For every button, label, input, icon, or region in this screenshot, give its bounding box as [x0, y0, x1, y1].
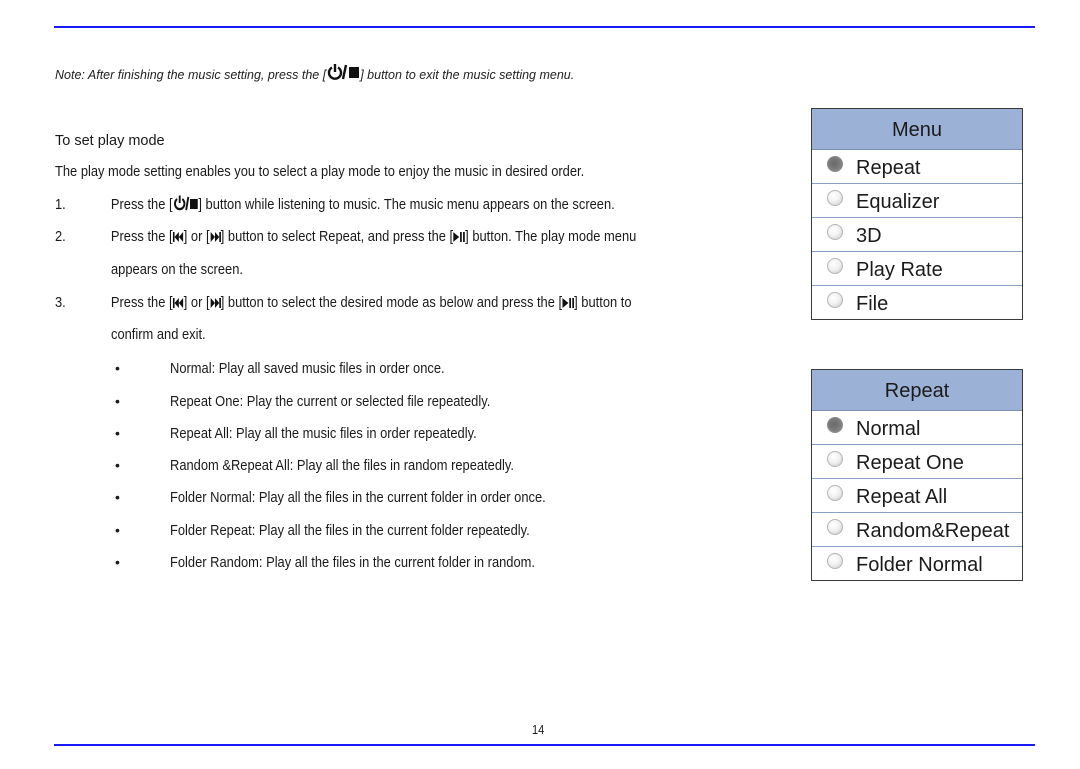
mode-description: Repeat One: Play the current or selected… — [170, 393, 490, 410]
step-keyword: Repeat — [318, 228, 361, 245]
step-3-continuation: confirm and exit. — [111, 326, 206, 343]
menu-item-label: Folder Normal — [856, 554, 983, 576]
note-label: Note: — [55, 68, 85, 82]
step-text: ] button. The play mode menu — [465, 228, 637, 245]
mode-name: Normal — [170, 360, 212, 377]
menu-item[interactable]: Folder Normal — [812, 547, 1022, 580]
radio-unselected-icon[interactable] — [827, 292, 843, 308]
next-track-icon — [210, 230, 221, 247]
mode-description: Normal: Play all saved music files in or… — [170, 360, 445, 377]
mode-description: Folder Normal: Play all the files in the… — [170, 489, 546, 506]
play-pause-icon — [453, 230, 465, 247]
section-heading: To set play mode — [55, 133, 165, 149]
step-2: 2. Press the [ ] or [ ] button to select Re… — [55, 228, 636, 247]
step-number: 3. — [55, 294, 66, 311]
note-text-before: After finishing the music setting, press… — [84, 68, 327, 82]
mode-description: Folder Random: Play all the files in the… — [170, 554, 535, 571]
bullet-icon: • — [115, 522, 120, 538]
menu-item[interactable]: 3D — [812, 218, 1022, 252]
step-text: , and press the [ — [360, 228, 454, 245]
repeat-menu-screen: Repeat Normal Repeat One Repeat All Random&… — [811, 369, 1023, 581]
play-pause-icon — [562, 296, 574, 313]
menu-title: Repeat — [812, 370, 1022, 411]
mode-name: Folder Random — [170, 554, 259, 571]
mode-desc: : Play the current or selected file repe… — [239, 393, 491, 410]
step-text: ] button while listening to music. The m… — [198, 196, 615, 213]
header-rule — [54, 26, 1035, 28]
note-text: Note: After finishing the music setting,… — [55, 63, 574, 84]
step-text: ] or [ — [183, 294, 210, 311]
previous-track-icon — [172, 296, 184, 313]
page-number: 14 — [532, 722, 545, 737]
section-intro: The play mode setting enables you to sel… — [55, 163, 585, 180]
menu-item[interactable]: Normal — [812, 411, 1022, 445]
menu-item-label: File — [856, 293, 889, 315]
menu-item-label: Random&Repeat — [856, 520, 1010, 542]
radio-selected-icon[interactable] — [827, 417, 843, 433]
mode-description: Folder Repeat: Play all the files in the… — [170, 522, 530, 539]
menu-item[interactable]: File — [812, 286, 1022, 319]
menu-item[interactable]: Repeat — [812, 150, 1022, 184]
mode-name: Repeat One — [170, 393, 240, 410]
radio-unselected-icon[interactable] — [827, 451, 843, 467]
previous-track-icon — [172, 230, 184, 247]
next-track-icon — [210, 296, 221, 313]
mode-name: Folder Normal — [170, 489, 252, 506]
mode-desc: : Play all the files in the current fold… — [258, 554, 535, 571]
mode-name: Folder Repeat — [170, 522, 252, 539]
footer-rule — [54, 744, 1035, 746]
menu-item-label: Repeat One — [856, 452, 964, 474]
power-stop-icon — [173, 195, 199, 215]
step-text: Press the [ — [110, 294, 173, 311]
step-1: 1. Press the [ ] button while listening to… — [55, 195, 615, 215]
mode-description: Random &Repeat All: Play all the files i… — [170, 457, 514, 474]
note-text-after: ] button to exit the music setting menu. — [360, 68, 575, 82]
menu-item-label: Repeat — [856, 157, 921, 179]
menu-item[interactable]: Play Rate — [812, 252, 1022, 286]
menu-item-label: Normal — [856, 418, 921, 440]
bullet-icon: • — [115, 393, 120, 409]
mode-desc: : Play all the files in the current fold… — [251, 522, 530, 539]
menu-item[interactable]: Repeat All — [812, 479, 1022, 513]
menu-title: Menu — [812, 109, 1022, 150]
step-2-continuation: appears on the screen. — [111, 261, 243, 278]
power-stop-icon — [326, 63, 360, 84]
radio-unselected-icon[interactable] — [827, 519, 843, 535]
bullet-icon: • — [115, 489, 120, 505]
menu-item-label: Equalizer — [856, 191, 940, 213]
bullet-icon: • — [115, 554, 120, 570]
radio-unselected-icon[interactable] — [827, 553, 843, 569]
menu-item-label: Repeat All — [856, 486, 948, 508]
mode-desc: : Play all the music files in order repe… — [228, 425, 477, 442]
music-menu-screen: Menu Repeat Equalizer 3D Play Rate File — [811, 108, 1023, 320]
menu-item-label: 3D — [856, 225, 882, 247]
radio-selected-icon[interactable] — [827, 156, 843, 172]
step-number: 2. — [55, 228, 66, 245]
step-text: ] button to — [574, 294, 632, 311]
radio-unselected-icon[interactable] — [827, 258, 843, 274]
menu-item[interactable]: Equalizer — [812, 184, 1022, 218]
step-text: ] button to select — [220, 228, 319, 245]
step-3: 3. Press the [ ] or [ ] button to select th… — [55, 294, 632, 313]
mode-desc: : Play all the files in the current fold… — [251, 489, 546, 506]
mode-description: Repeat All: Play all the music files in … — [170, 425, 477, 442]
step-text: ] button to select the desired mode as b… — [220, 294, 563, 311]
menu-item[interactable]: Repeat One — [812, 445, 1022, 479]
mode-desc: : Play all saved music files in order on… — [211, 360, 445, 377]
menu-item-label: Play Rate — [856, 259, 943, 281]
bullet-icon: • — [115, 360, 120, 376]
radio-unselected-icon[interactable] — [827, 485, 843, 501]
menu-item[interactable]: Random&Repeat — [812, 513, 1022, 547]
step-text: Press the [ — [110, 196, 173, 213]
mode-name: Repeat All — [170, 425, 229, 442]
mode-name: Random &Repeat All — [170, 457, 290, 474]
step-text: ] or [ — [183, 228, 210, 245]
radio-unselected-icon[interactable] — [827, 224, 843, 240]
step-text: Press the [ — [110, 228, 173, 245]
bullet-icon: • — [115, 457, 120, 473]
step-number: 1. — [55, 196, 66, 213]
mode-desc: : Play all the files in random repeatedl… — [289, 457, 514, 474]
radio-unselected-icon[interactable] — [827, 190, 843, 206]
bullet-icon: • — [115, 425, 120, 441]
